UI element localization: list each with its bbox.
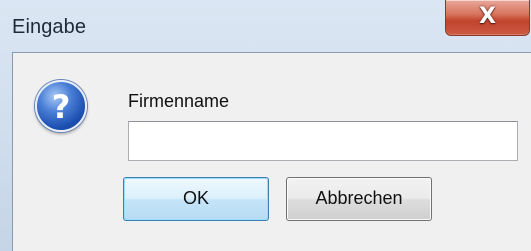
ok-button[interactable]: OK bbox=[123, 177, 269, 221]
cancel-button[interactable]: Abbrechen bbox=[286, 177, 432, 221]
question-icon: ? bbox=[35, 80, 87, 132]
prompt-label: Firmenname bbox=[128, 91, 230, 111]
company-name-input[interactable] bbox=[128, 121, 518, 161]
dialog-content: ? Firmenname OK Abbrechen bbox=[12, 52, 531, 251]
question-mark-glyph: ? bbox=[51, 88, 71, 126]
input-dialog-window: Eingabe X ? Firmenname OK Abbrechen bbox=[0, 0, 531, 251]
close-icon: X bbox=[479, 4, 496, 29]
close-button[interactable]: X bbox=[445, 0, 530, 36]
window-title: Eingabe bbox=[12, 16, 87, 38]
title-bar[interactable]: Eingabe X bbox=[0, 0, 531, 52]
